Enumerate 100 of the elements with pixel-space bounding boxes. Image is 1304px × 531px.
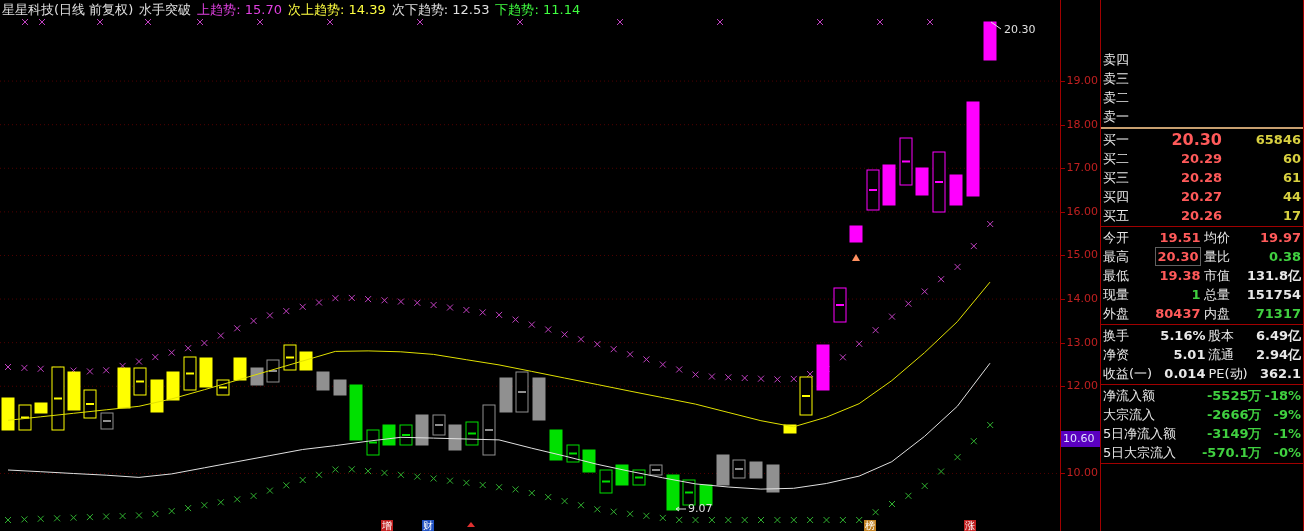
cross-marker [773, 375, 781, 383]
cross-marker [413, 299, 421, 307]
cross-marker [217, 498, 225, 506]
candlestick [233, 357, 247, 381]
axis-label: 16.00 [1066, 205, 1098, 218]
candlestick [183, 356, 197, 391]
candlestick [333, 379, 347, 396]
cross-marker [430, 475, 438, 482]
candlestick [18, 404, 32, 431]
stat-label: 流通 [1208, 346, 1236, 364]
candlestick [949, 174, 963, 206]
candlestick [216, 379, 230, 396]
cross-marker [921, 288, 929, 295]
cross-marker [168, 349, 176, 357]
candlestick [599, 469, 613, 494]
candlestick [766, 464, 780, 493]
cross-marker [200, 501, 208, 509]
cross-marker [135, 358, 143, 365]
cross-marker [544, 493, 552, 501]
candlestick [117, 367, 131, 409]
stat-label: 现量 [1103, 286, 1129, 304]
axis-label: 17.00 [1066, 162, 1098, 175]
stat-value: 19.97 [1258, 229, 1301, 247]
cross-marker [561, 330, 569, 338]
candlestick [133, 367, 147, 396]
cross-marker [266, 311, 274, 319]
indicator-name: 水手突破 [139, 1, 192, 19]
buy-level-label: 买五 [1103, 207, 1130, 225]
cross-marker [299, 303, 307, 311]
flow-percent: -9% [1272, 406, 1301, 424]
candlestick [432, 414, 446, 436]
cross-marker [904, 300, 912, 308]
cross-marker [151, 510, 159, 518]
cross-marker [397, 298, 405, 306]
candlestick [582, 449, 596, 473]
candlestick [649, 464, 663, 476]
candlestick [632, 469, 646, 486]
cross-marker [790, 375, 798, 383]
candlestick [866, 169, 880, 211]
bid-volume: 17 [1281, 207, 1301, 225]
cross-marker [561, 497, 569, 505]
stat-value: 1 [1190, 286, 1201, 304]
cross-marker [462, 306, 470, 314]
candlestick [266, 359, 280, 383]
sell-level-label: 卖二 [1103, 89, 1130, 107]
cross-marker [144, 18, 152, 26]
cross-marker [86, 367, 94, 375]
axis-label: 12.00 [1066, 380, 1098, 393]
buy-level-label: 买二 [1103, 150, 1130, 168]
cross-marker [20, 364, 28, 372]
bid-volume: 61 [1281, 169, 1301, 187]
candlestick [250, 367, 264, 386]
candlestick [532, 377, 546, 421]
axis-label: 13.00 [1066, 336, 1098, 349]
candlestick [666, 474, 680, 511]
current-price-tag: 10.60 [1061, 431, 1100, 447]
cross-marker [233, 324, 241, 332]
cross-marker [626, 350, 634, 358]
candlestick [349, 384, 363, 441]
stat-value: 80437 [1154, 305, 1201, 323]
cross-marker [348, 294, 356, 302]
flow-amount: -2666万 [1205, 406, 1262, 424]
cross-marker [839, 353, 847, 361]
cross-marker [512, 316, 519, 324]
event-marker[interactable]: 财 [422, 520, 434, 531]
cross-marker [626, 510, 634, 518]
stat-value: 6.49亿 [1254, 327, 1301, 345]
flow-label: 5日大宗流入 [1103, 444, 1177, 462]
event-marker[interactable]: 涨 [964, 520, 976, 531]
cross-marker [37, 515, 45, 523]
candlestick [34, 402, 48, 414]
candlestick [51, 366, 65, 431]
stat-value: 71317 [1254, 305, 1301, 323]
candlestick [849, 225, 863, 243]
cross-marker [610, 508, 618, 516]
axis-label: 15.00 [1066, 249, 1098, 262]
cross-marker [102, 366, 110, 374]
flow-amount: -3149万 [1205, 425, 1262, 443]
cross-marker [446, 477, 454, 485]
cross-marker [544, 326, 552, 333]
cross-marker [577, 335, 585, 343]
cross-marker [299, 476, 307, 484]
cross-marker [937, 275, 945, 283]
cross-marker [954, 453, 961, 461]
bid-volume: 65846 [1254, 131, 1301, 149]
legend-value: 次上趋势: 14.39 [288, 1, 386, 19]
candlestick [515, 371, 529, 413]
stat-label: 市值 [1203, 267, 1230, 285]
bid-volume: 44 [1281, 188, 1301, 206]
candlestick [915, 167, 929, 196]
cross-marker [986, 421, 994, 429]
event-marker[interactable]: 增 [381, 520, 393, 531]
cross-marker [675, 366, 683, 373]
candlestick [549, 429, 563, 461]
stat-value: 131.8亿 [1245, 267, 1301, 285]
event-marker[interactable]: 榜 [864, 520, 876, 531]
cross-marker [855, 340, 863, 348]
bid-price: 20.28 [1179, 169, 1222, 187]
axis-label: 14.00 [1066, 293, 1098, 306]
cross-marker [741, 374, 749, 382]
